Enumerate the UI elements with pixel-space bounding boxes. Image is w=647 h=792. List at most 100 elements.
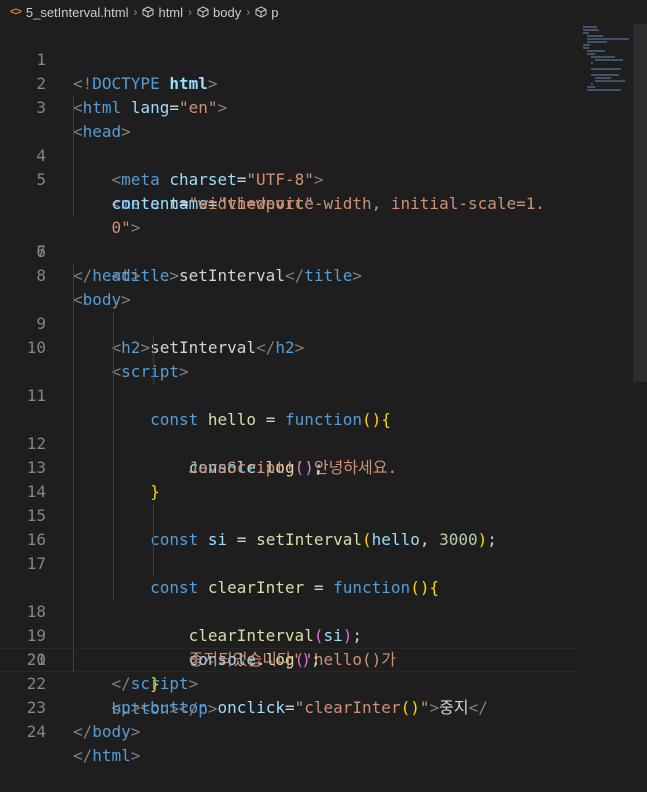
- breadcrumb-file-label: 5_setInterval.html: [25, 4, 129, 20]
- symbol-element-icon: [197, 6, 209, 18]
- code-line[interactable]: 23 </body>: [0, 672, 575, 741]
- indent-guide: [73, 456, 74, 480]
- code-line[interactable]: 5 <meta name="viewport": [0, 120, 575, 213]
- indent-guide: [113, 408, 114, 432]
- indent-guide: [73, 120, 74, 144]
- breadcrumb-item-html[interactable]: html: [142, 5, 183, 20]
- indent-guide: [113, 576, 114, 600]
- code-line[interactable]: 6 <title>setInterval</title>: [0, 192, 575, 285]
- indent-guide: [73, 168, 74, 192]
- indent-guide: [73, 336, 74, 360]
- indent-guide: [73, 576, 74, 600]
- indent-guide: [153, 504, 154, 528]
- code-line[interactable]: 3 <head>: [0, 72, 575, 141]
- indent-guide: [73, 192, 74, 216]
- minimap-line: [587, 89, 621, 91]
- code-editor[interactable]: 1 <!DOCTYPE html> 2 <html lang="en"> 3 <…: [0, 24, 575, 765]
- code-line[interactable]: 22 <p><button onclick="clearInter()">중지<…: [0, 624, 575, 717]
- indent-guide: [73, 649, 74, 673]
- code-line-wrap[interactable]: 0">: [0, 168, 575, 237]
- minimap-line: [591, 83, 593, 85]
- indent-guide: [113, 432, 114, 456]
- code-line[interactable]: 13 }: [0, 384, 575, 501]
- minimap-line: [583, 26, 597, 28]
- code-line[interactable]: 19 console.log('hello()가: [0, 528, 575, 669]
- code-line[interactable]: 24 </html>: [0, 696, 575, 765]
- indent-guide: [73, 480, 74, 504]
- indent-guide: [153, 360, 154, 384]
- code-line[interactable]: 2 <html lang="en">: [0, 48, 575, 117]
- indent-guide: [73, 264, 74, 288]
- breadcrumb-item-body[interactable]: body: [197, 5, 241, 20]
- scrollbar-thumb[interactable]: [634, 24, 647, 382]
- breadcrumb-item-p[interactable]: p: [255, 5, 278, 20]
- code-line[interactable]: 17 const clearInter = function(){: [0, 480, 575, 597]
- token: >: [130, 722, 141, 741]
- indent-guide: [73, 600, 74, 624]
- indent-guide: [73, 96, 74, 120]
- minimap-line: [583, 44, 590, 46]
- chevron-right-icon: ›: [188, 5, 193, 19]
- code-line[interactable]: 9 <h2>setInterval</h2>: [0, 264, 575, 357]
- code-line[interactable]: 10 <script>: [0, 288, 575, 381]
- token: </: [73, 746, 93, 765]
- indent-guide: [113, 552, 114, 576]
- token: </: [73, 722, 93, 741]
- line-content[interactable]: </html>: [73, 744, 140, 768]
- minimap-line: [583, 47, 589, 49]
- code-line-wrap[interactable]: JavaScript!');: [0, 360, 575, 477]
- indent-guide: [73, 360, 74, 384]
- code-line[interactable]: 20 }: [0, 576, 575, 693]
- indent-guide: [73, 624, 74, 648]
- token: html: [92, 746, 131, 765]
- html-file-icon: <>: [10, 6, 22, 18]
- code-line[interactable]: 15 const si = setInterval(hello, 3000);: [0, 432, 575, 549]
- indent-guide: [73, 552, 74, 576]
- indent-guide: [73, 288, 74, 312]
- code-line[interactable]: 4 <meta charset="UTF-8">: [0, 96, 575, 189]
- minimap-line: [591, 62, 593, 64]
- indent-guide: [113, 480, 114, 504]
- code-line-wrap[interactable]: button></p>: [0, 648, 575, 718]
- indent-guide: [113, 504, 114, 528]
- token: >: [130, 746, 141, 765]
- indent-guide: [73, 408, 74, 432]
- chevron-right-icon: ›: [246, 5, 251, 19]
- indent-guide: [153, 336, 154, 360]
- breadcrumb-item-label: body: [213, 4, 242, 20]
- indent-guide: [73, 432, 74, 456]
- breadcrumb-item-label: p: [271, 4, 279, 20]
- code-line-wrap[interactable]: 중지되었습니다');: [0, 552, 575, 669]
- breadcrumb-item-label: html: [158, 4, 184, 20]
- code-line[interactable]: 7 </head>: [0, 216, 575, 285]
- indent-guide: [113, 456, 114, 480]
- code-line-wrap[interactable]: content="width=device-width, initial-sca…: [0, 144, 575, 213]
- breadcrumb-file[interactable]: <> 5_setInterval.html: [10, 5, 128, 20]
- indent-guide: [153, 552, 154, 576]
- minimap-line: [595, 80, 625, 82]
- minimap-line: [587, 53, 595, 55]
- indent-guide: [113, 360, 114, 384]
- code-line[interactable]: 8 <body>: [0, 240, 575, 309]
- symbol-element-icon: [142, 6, 154, 18]
- code-line[interactable]: 16: [0, 456, 575, 549]
- minimap-line: [587, 50, 605, 52]
- minimap-line: [591, 56, 615, 58]
- minimap-line: [591, 74, 619, 76]
- minimap-line: [587, 35, 603, 37]
- code-line[interactable]: 14: [0, 408, 575, 501]
- minimap[interactable]: [583, 24, 633, 94]
- code-line[interactable]: 1 <!DOCTYPE html>: [0, 24, 575, 93]
- minimap-line: [583, 32, 589, 34]
- code-line[interactable]: 21 </script>: [0, 600, 575, 693]
- code-line[interactable]: 11 const hello = function(){: [0, 312, 575, 429]
- breadcrumb: <> 5_setInterval.html › html › body › p: [0, 0, 647, 24]
- chevron-right-icon: ›: [133, 5, 138, 19]
- minimap-line: [591, 68, 621, 70]
- indent-guide: [73, 384, 74, 408]
- code-line[interactable]: 12 console.log('안녕하세요.: [0, 336, 575, 477]
- minimap-line: [587, 38, 629, 40]
- indent-guide: [113, 528, 114, 552]
- code-line[interactable]: 18 clearInterval(si);: [0, 504, 575, 645]
- indent-guide: [113, 336, 114, 360]
